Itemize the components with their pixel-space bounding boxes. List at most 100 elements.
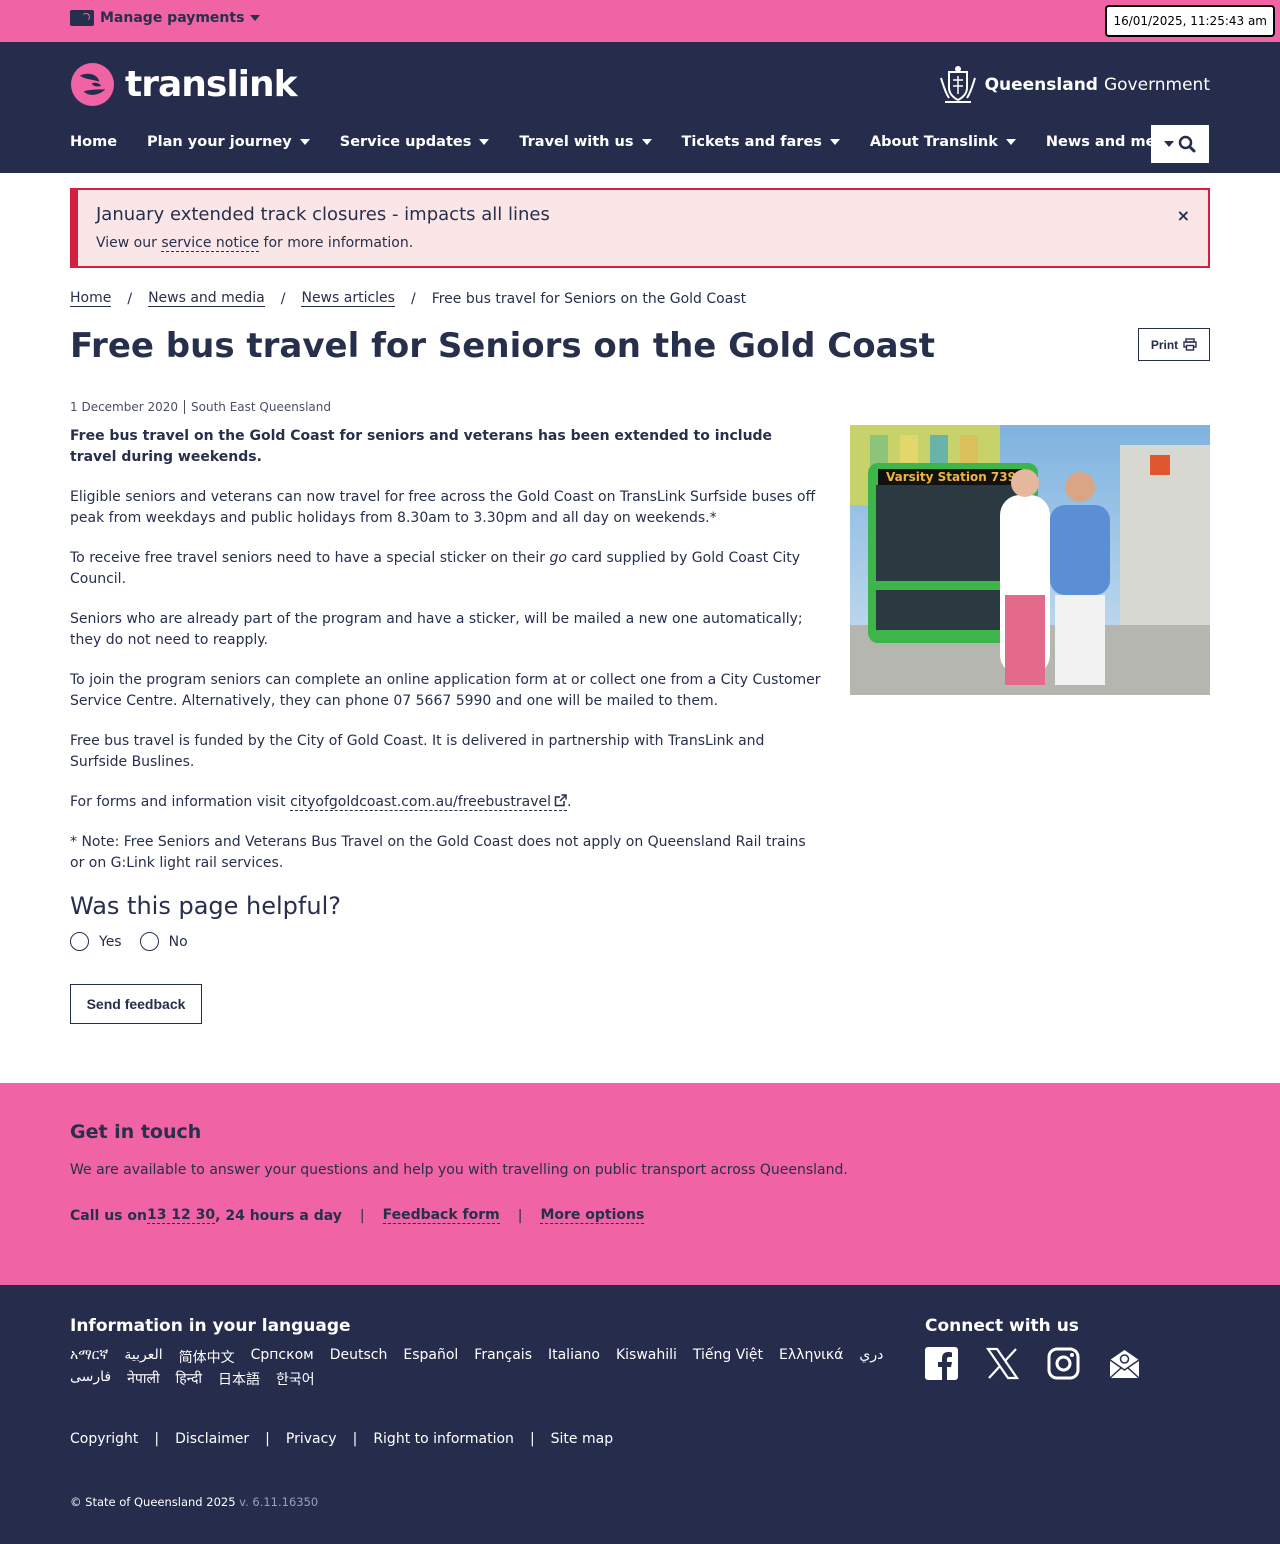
call-text-before: Call us on [70, 1207, 147, 1224]
article-paragraph: To join the program seniors can complete… [70, 672, 821, 709]
nav-home[interactable]: Home [70, 134, 117, 150]
search-icon [1178, 135, 1196, 153]
language-link[interactable]: دري [859, 1347, 883, 1367]
contact-links: Call us on 13 12 30, 24 hours a day | Fe… [70, 1207, 645, 1224]
breadcrumb: Home / News and media / News articles / … [70, 290, 746, 307]
version-text: v. 6.11.16350 [235, 1495, 319, 1509]
disclaimer-link[interactable]: Disclaimer [175, 1431, 249, 1447]
manage-payments-label: Manage payments [100, 10, 245, 26]
language-link[interactable]: Tiếng Việt [693, 1347, 763, 1367]
article-photo: Varsity Station 739 [850, 425, 1210, 695]
article-paragraph: Seniors who are already part of the prog… [70, 611, 803, 648]
more-options-link[interactable]: More options [540, 1207, 645, 1224]
language-link[interactable]: 日本語 [218, 1369, 260, 1389]
nav-plan-your-journey[interactable]: Plan your journey [147, 134, 310, 150]
language-link[interactable]: አማርኛ [70, 1347, 108, 1367]
chevron-down-icon [641, 139, 652, 145]
breadcrumb-news-and-media[interactable]: News and media [148, 290, 265, 307]
nav-tickets-and-fares[interactable]: Tickets and fares [682, 134, 840, 150]
main-nav: Home Plan your journey Service updates T… [70, 134, 1229, 150]
nav-about-translink[interactable]: About Translink [870, 134, 1016, 150]
gov-text: Government [1103, 75, 1210, 95]
breadcrumb-separator: / [410, 290, 416, 307]
meta-divider [184, 400, 186, 414]
freebustravel-link[interactable]: cityofgoldcoast.com.au/freebustravel [290, 794, 568, 811]
no-radio[interactable] [139, 932, 159, 951]
alert-text-before: View our [96, 235, 162, 251]
footer-separator: | [529, 1431, 535, 1447]
language-link[interactable]: Ελληνικά [779, 1347, 843, 1367]
coat-of-arms-icon [939, 66, 976, 103]
service-alert: January extended track closures - impact… [70, 188, 1210, 268]
privacy-link[interactable]: Privacy [286, 1431, 337, 1447]
language-link[interactable]: हिन्दी [176, 1369, 202, 1389]
breadcrumb-separator: / [127, 290, 133, 307]
search-toggle-button[interactable] [1151, 125, 1209, 163]
nav-home-label: Home [70, 134, 118, 150]
language-link[interactable]: Deutsch [330, 1347, 388, 1367]
service-notice-link[interactable]: service notice [161, 235, 260, 252]
feedback-form-link[interactable]: Feedback form [382, 1207, 500, 1224]
contact-separator: | [359, 1207, 365, 1224]
nav-service-updates[interactable]: Service updates [340, 134, 490, 150]
nav-travel-with-us[interactable]: Travel with us [519, 134, 652, 150]
top-bar: Manage payments 16/01/2025, 11:25:43 am [0, 0, 1280, 42]
site-header: translink Queensland Government Home Pla… [0, 42, 1280, 173]
p2-before: To receive free travel seniors need to h… [70, 550, 550, 566]
article-body: Free bus travel on the Gold Coast for se… [70, 426, 822, 893]
translink-logo[interactable]: translink [70, 62, 298, 107]
p6-before: For forms and information visit [70, 794, 291, 810]
yes-label: Yes [99, 933, 122, 950]
language-link[interactable]: Kiswahili [616, 1347, 677, 1367]
chevron-down-icon [250, 15, 261, 21]
right-to-information-link[interactable]: Right to information [373, 1431, 514, 1447]
phone-link[interactable]: 13 12 30 [146, 1207, 216, 1224]
footer-links: Copyright | Disclaimer | Privacy | Right… [70, 1431, 613, 1447]
send-feedback-button[interactable]: Send feedback [70, 984, 202, 1024]
language-link[interactable]: 한국어 [276, 1369, 315, 1389]
alert-title: January extended track closures - impact… [96, 204, 550, 225]
language-link[interactable]: Français [474, 1347, 532, 1367]
language-link[interactable]: العربية [124, 1347, 162, 1367]
footer-separator: | [352, 1431, 358, 1447]
language-link[interactable]: Српском [251, 1347, 314, 1367]
facebook-icon[interactable] [925, 1347, 958, 1380]
gov-bold-text: Queensland [984, 75, 1098, 95]
manage-payments-menu[interactable]: Manage payments [70, 10, 261, 26]
yes-radio[interactable] [70, 932, 89, 951]
footer-separator: | [265, 1431, 270, 1447]
language-link[interactable]: 简体中文 [179, 1347, 235, 1367]
breadcrumb-news-articles[interactable]: News articles [301, 290, 395, 307]
footer-separator: | [154, 1431, 160, 1447]
chevron-down-icon [479, 139, 490, 145]
close-icon[interactable]: × [1177, 206, 1190, 225]
breadcrumb-home[interactable]: Home [70, 290, 112, 307]
language-link[interactable]: नेपाली [127, 1369, 159, 1389]
email-newsletter-icon[interactable] [1108, 1347, 1141, 1380]
copyright-text: © State of Queensland 2025 [70, 1495, 236, 1509]
nav-travel-label: Travel with us [519, 134, 634, 150]
go-card-icon [70, 10, 94, 26]
copyright-link[interactable]: Copyright [70, 1431, 138, 1447]
chevron-down-icon [299, 139, 310, 145]
feedback-options: Yes No [70, 932, 341, 951]
print-button[interactable]: Print [1138, 328, 1210, 361]
get-in-touch-description: We are available to answer your question… [70, 1162, 848, 1178]
instagram-icon[interactable] [1047, 1347, 1080, 1380]
queensland-government-logo[interactable]: Queensland Government [937, 64, 1210, 106]
breadcrumb-current: Free bus travel for Seniors on the Gold … [431, 290, 747, 307]
page-title: Free bus travel for Seniors on the Gold … [70, 326, 936, 366]
article-paragraph: * Note: Free Seniors and Veterans Bus Tr… [70, 834, 806, 871]
contact-separator: | [517, 1207, 523, 1224]
alert-text: View our service notice for more informa… [96, 235, 413, 252]
site-map-link[interactable]: Site map [551, 1431, 613, 1447]
x-twitter-icon[interactable] [986, 1347, 1019, 1380]
language-link[interactable]: فارسی [70, 1369, 111, 1389]
language-link[interactable]: Italiano [548, 1347, 600, 1367]
language-link[interactable]: Español [403, 1347, 458, 1367]
chevron-down-icon [829, 139, 840, 145]
feedback-heading: Was this page helpful? [70, 892, 341, 920]
article-region: South East Queensland [191, 400, 332, 414]
external-link-icon [554, 794, 567, 807]
get-in-touch-section: Get in touch We are available to answer … [0, 1083, 1280, 1285]
